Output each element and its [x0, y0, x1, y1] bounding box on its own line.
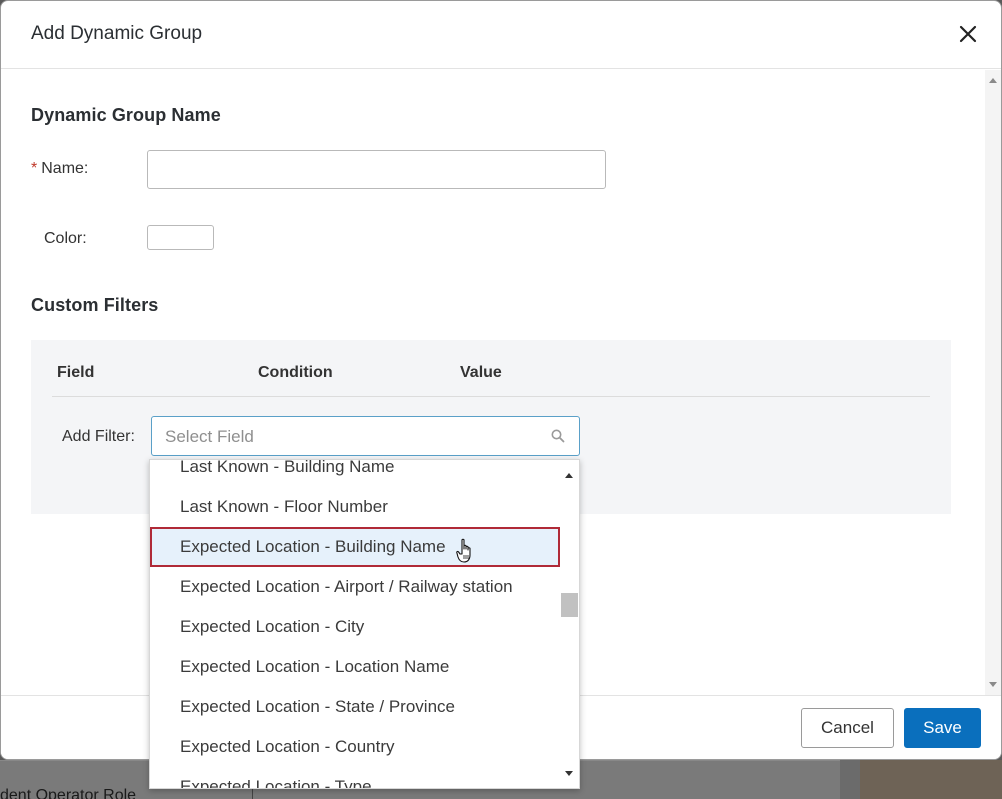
color-picker[interactable]	[147, 225, 214, 250]
scroll-up-arrow-icon[interactable]	[989, 78, 997, 83]
group-name-section-title: Dynamic Group Name	[31, 105, 221, 125]
name-input[interactable]	[147, 150, 606, 189]
dropdown-option[interactable]: Last Known - Building Name	[150, 460, 560, 487]
dropdown-scroll-down-icon[interactable]	[565, 771, 573, 776]
column-header-value: Value	[460, 364, 502, 381]
modal-scrollbar[interactable]	[985, 70, 1001, 695]
color-label: Color:	[44, 230, 87, 247]
dropdown-scrollbar[interactable]	[560, 460, 579, 788]
dropdown-option-hovered[interactable]: Expected Location - Building Name	[150, 527, 560, 567]
cancel-button[interactable]: Cancel	[801, 708, 894, 748]
dropdown-option[interactable]: Expected Location - Airport / Railway st…	[150, 567, 560, 607]
name-label-text: Name	[41, 160, 84, 177]
filters-divider	[52, 396, 930, 397]
modal-header: Add Dynamic Group	[1, 1, 1001, 69]
dropdown-option[interactable]: Last Known - Floor Number	[150, 487, 560, 527]
required-marker: *	[31, 160, 38, 177]
close-button[interactable]	[955, 21, 981, 47]
column-header-condition: Condition	[258, 364, 333, 381]
save-button[interactable]: Save	[904, 708, 981, 748]
dropdown-scroll-thumb[interactable]	[561, 593, 578, 617]
column-header-field: Field	[57, 364, 95, 381]
add-filter-label: Add Filter:	[62, 428, 135, 445]
color-label-text: Color	[44, 230, 83, 247]
background-separator	[252, 789, 253, 799]
select-field-dropdown: Last Known - Building Name Last Known - …	[149, 459, 580, 789]
search-icon	[551, 429, 565, 443]
select-field-placeholder: Select Field	[165, 427, 254, 446]
background-panel	[860, 760, 1002, 799]
dropdown-option[interactable]: Expected Location - State / Province	[150, 687, 560, 727]
modal-title: Add Dynamic Group	[31, 23, 203, 44]
dropdown-options: Last Known - Building Name Last Known - …	[150, 460, 560, 788]
dropdown-option[interactable]: Expected Location - Location Name	[150, 647, 560, 687]
name-label: * Name:	[31, 160, 89, 177]
dropdown-scroll-up-icon[interactable]	[565, 473, 573, 478]
close-icon	[959, 25, 977, 43]
background-row-text: dent Operator Role	[0, 787, 137, 799]
scroll-down-arrow-icon[interactable]	[989, 682, 997, 687]
dropdown-option[interactable]: Expected Location - City	[150, 607, 560, 647]
custom-filters-section-title: Custom Filters	[31, 295, 159, 315]
select-field-combobox[interactable]: Select Field	[151, 416, 580, 456]
dropdown-option[interactable]: Expected Location - Type	[150, 767, 560, 788]
dropdown-option[interactable]: Expected Location - Country	[150, 727, 560, 767]
